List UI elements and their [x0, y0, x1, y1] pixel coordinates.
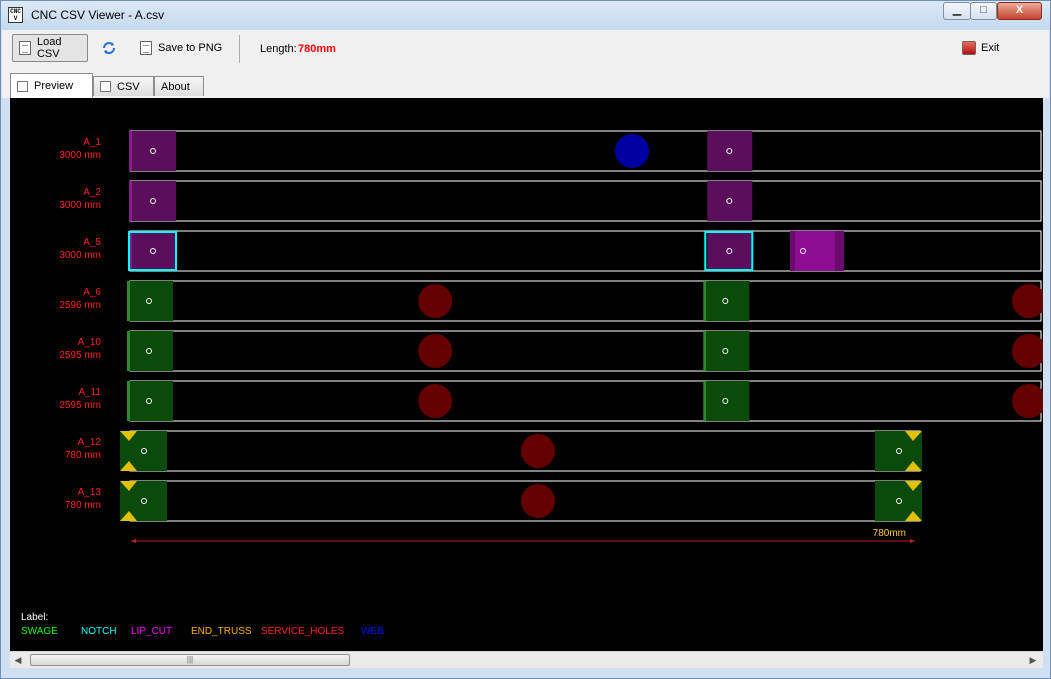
member-outline	[129, 230, 1042, 272]
save-image-icon	[140, 41, 152, 55]
toolbar-separator	[239, 35, 240, 63]
scroll-right-icon[interactable]: ▶	[1028, 654, 1038, 666]
exit-button[interactable]: Exit	[962, 34, 1012, 62]
member-name-A_6: A_6	[83, 287, 101, 298]
tab-preview-label: Preview	[34, 80, 74, 92]
member-outline	[129, 280, 1042, 322]
lip-cut-edge	[129, 131, 132, 171]
scroll-left-icon[interactable]: ◀	[13, 654, 23, 666]
load-csv-label: Load CSV	[36, 36, 62, 60]
member-outline	[129, 180, 1042, 222]
refresh-icon	[103, 42, 115, 54]
maximize-button[interactable]: □	[970, 2, 997, 20]
member-name-A_11: A_11	[78, 387, 101, 398]
member-name-A_10: A_10	[78, 337, 102, 348]
load-csv-button[interactable]: Load CSV	[12, 34, 88, 62]
tab-about[interactable]: About	[154, 76, 204, 96]
lip-cut-block	[131, 131, 176, 171]
member-outline	[129, 380, 1042, 422]
title-bar[interactable]: CNC V CNC CSV Viewer - A.csv ▁ □ X	[1, 1, 1050, 30]
lip-cut-edge	[129, 181, 132, 221]
member-length-A_10: 2595 mm	[59, 350, 101, 361]
length-value: 780mm	[298, 43, 336, 55]
member-length-A_2: 3000 mm	[59, 200, 101, 211]
tab-bar: Preview CSV About	[2, 72, 1049, 98]
horizontal-scrollbar[interactable]: ◀ ||| ▶	[10, 651, 1043, 668]
member-name-A_1: A_1	[83, 137, 101, 148]
dimension-label: 780mm	[873, 528, 906, 539]
window-bottom-edge	[1, 668, 1050, 678]
member-length-A_12: 780 mm	[65, 450, 101, 461]
member-length-A_11: 2595 mm	[59, 400, 101, 411]
length-label: Length:	[260, 43, 297, 55]
legend-item-end-truss: END_TRUSS	[191, 626, 252, 637]
member-length-A_13: 780 mm	[65, 500, 101, 511]
tab-preview[interactable]: Preview	[10, 73, 93, 98]
tab-csv[interactable]: CSV	[93, 76, 154, 96]
lip-cut-block	[707, 231, 753, 271]
service-hole	[1012, 334, 1043, 368]
lip-cut-block	[131, 231, 176, 271]
scroll-thumb[interactable]: |||	[30, 654, 350, 666]
refresh-button[interactable]	[98, 34, 120, 62]
swage-edge	[703, 331, 707, 371]
legend-item-lip-cut: LIP_CUT	[131, 626, 172, 637]
swage-edge	[703, 281, 707, 321]
dimension-arrow	[910, 539, 915, 543]
member-length-A_1: 3000 mm	[59, 150, 101, 161]
member-name-A_13: A_13	[78, 487, 102, 498]
member-length-A_5: 3000 mm	[59, 250, 101, 261]
document-icon	[19, 41, 31, 55]
lip-cut-block	[131, 181, 176, 221]
service-hole	[418, 334, 453, 368]
save-png-label: Save to PNG	[158, 42, 223, 54]
swage-edge	[127, 331, 130, 371]
tab-csv-label: CSV	[117, 80, 140, 93]
save-png-button[interactable]: Save to PNG	[140, 34, 230, 62]
close-button[interactable]: X	[997, 2, 1042, 20]
legend-item-service-holes: SERVICE_HOLES	[261, 626, 345, 637]
web-hole	[615, 134, 649, 168]
legend-item-notch: NOTCH	[81, 626, 117, 637]
legend-item-web: WEB	[361, 626, 384, 637]
dimension-arrow	[131, 539, 136, 543]
app-window: CNC V CNC CSV Viewer - A.csv ▁ □ X Load …	[0, 0, 1051, 679]
preview-canvas: A_1 3000 mm A_2 3000 mm A_5 3000 mm A_6 2596 mm…	[10, 98, 1043, 651]
legend-title: Label:	[21, 612, 48, 623]
toolbar: Load CSV Save to PNG Length: 780mm Exit	[2, 30, 1049, 72]
service-hole	[418, 284, 453, 318]
member-outline	[129, 330, 1042, 372]
service-hole	[1012, 284, 1043, 318]
swage-edge	[127, 281, 130, 321]
lip-cut-block	[707, 131, 753, 171]
minimize-button[interactable]: ▁	[943, 2, 971, 20]
member-name-A_5: A_5	[83, 237, 101, 248]
member-length-A_6: 2596 mm	[59, 300, 101, 311]
swage-edge	[127, 381, 130, 421]
service-hole	[418, 384, 453, 418]
member-name-A_12: A_12	[78, 437, 102, 448]
window-title: CNC CSV Viewer - A.csv	[31, 8, 165, 22]
member-name-A_2: A_2	[83, 187, 101, 198]
app-icon: CNC V	[8, 7, 23, 23]
swage-edge	[703, 381, 707, 421]
exit-label: Exit	[981, 42, 1000, 54]
tab-about-label: About	[161, 80, 190, 93]
service-hole	[521, 434, 555, 468]
legend-item-swage: SWAGE	[21, 626, 58, 637]
exit-icon	[962, 41, 976, 55]
preview-icon	[17, 80, 28, 92]
member-outline	[129, 130, 1042, 172]
cnc-drawing: A_1 3000 mm A_2 3000 mm A_5 3000 mm A_6 2596 mm…	[21, 130, 1043, 637]
lip-cut-block	[707, 181, 753, 221]
service-hole	[521, 484, 555, 518]
csv-icon	[100, 81, 111, 92]
service-hole	[1012, 384, 1043, 418]
